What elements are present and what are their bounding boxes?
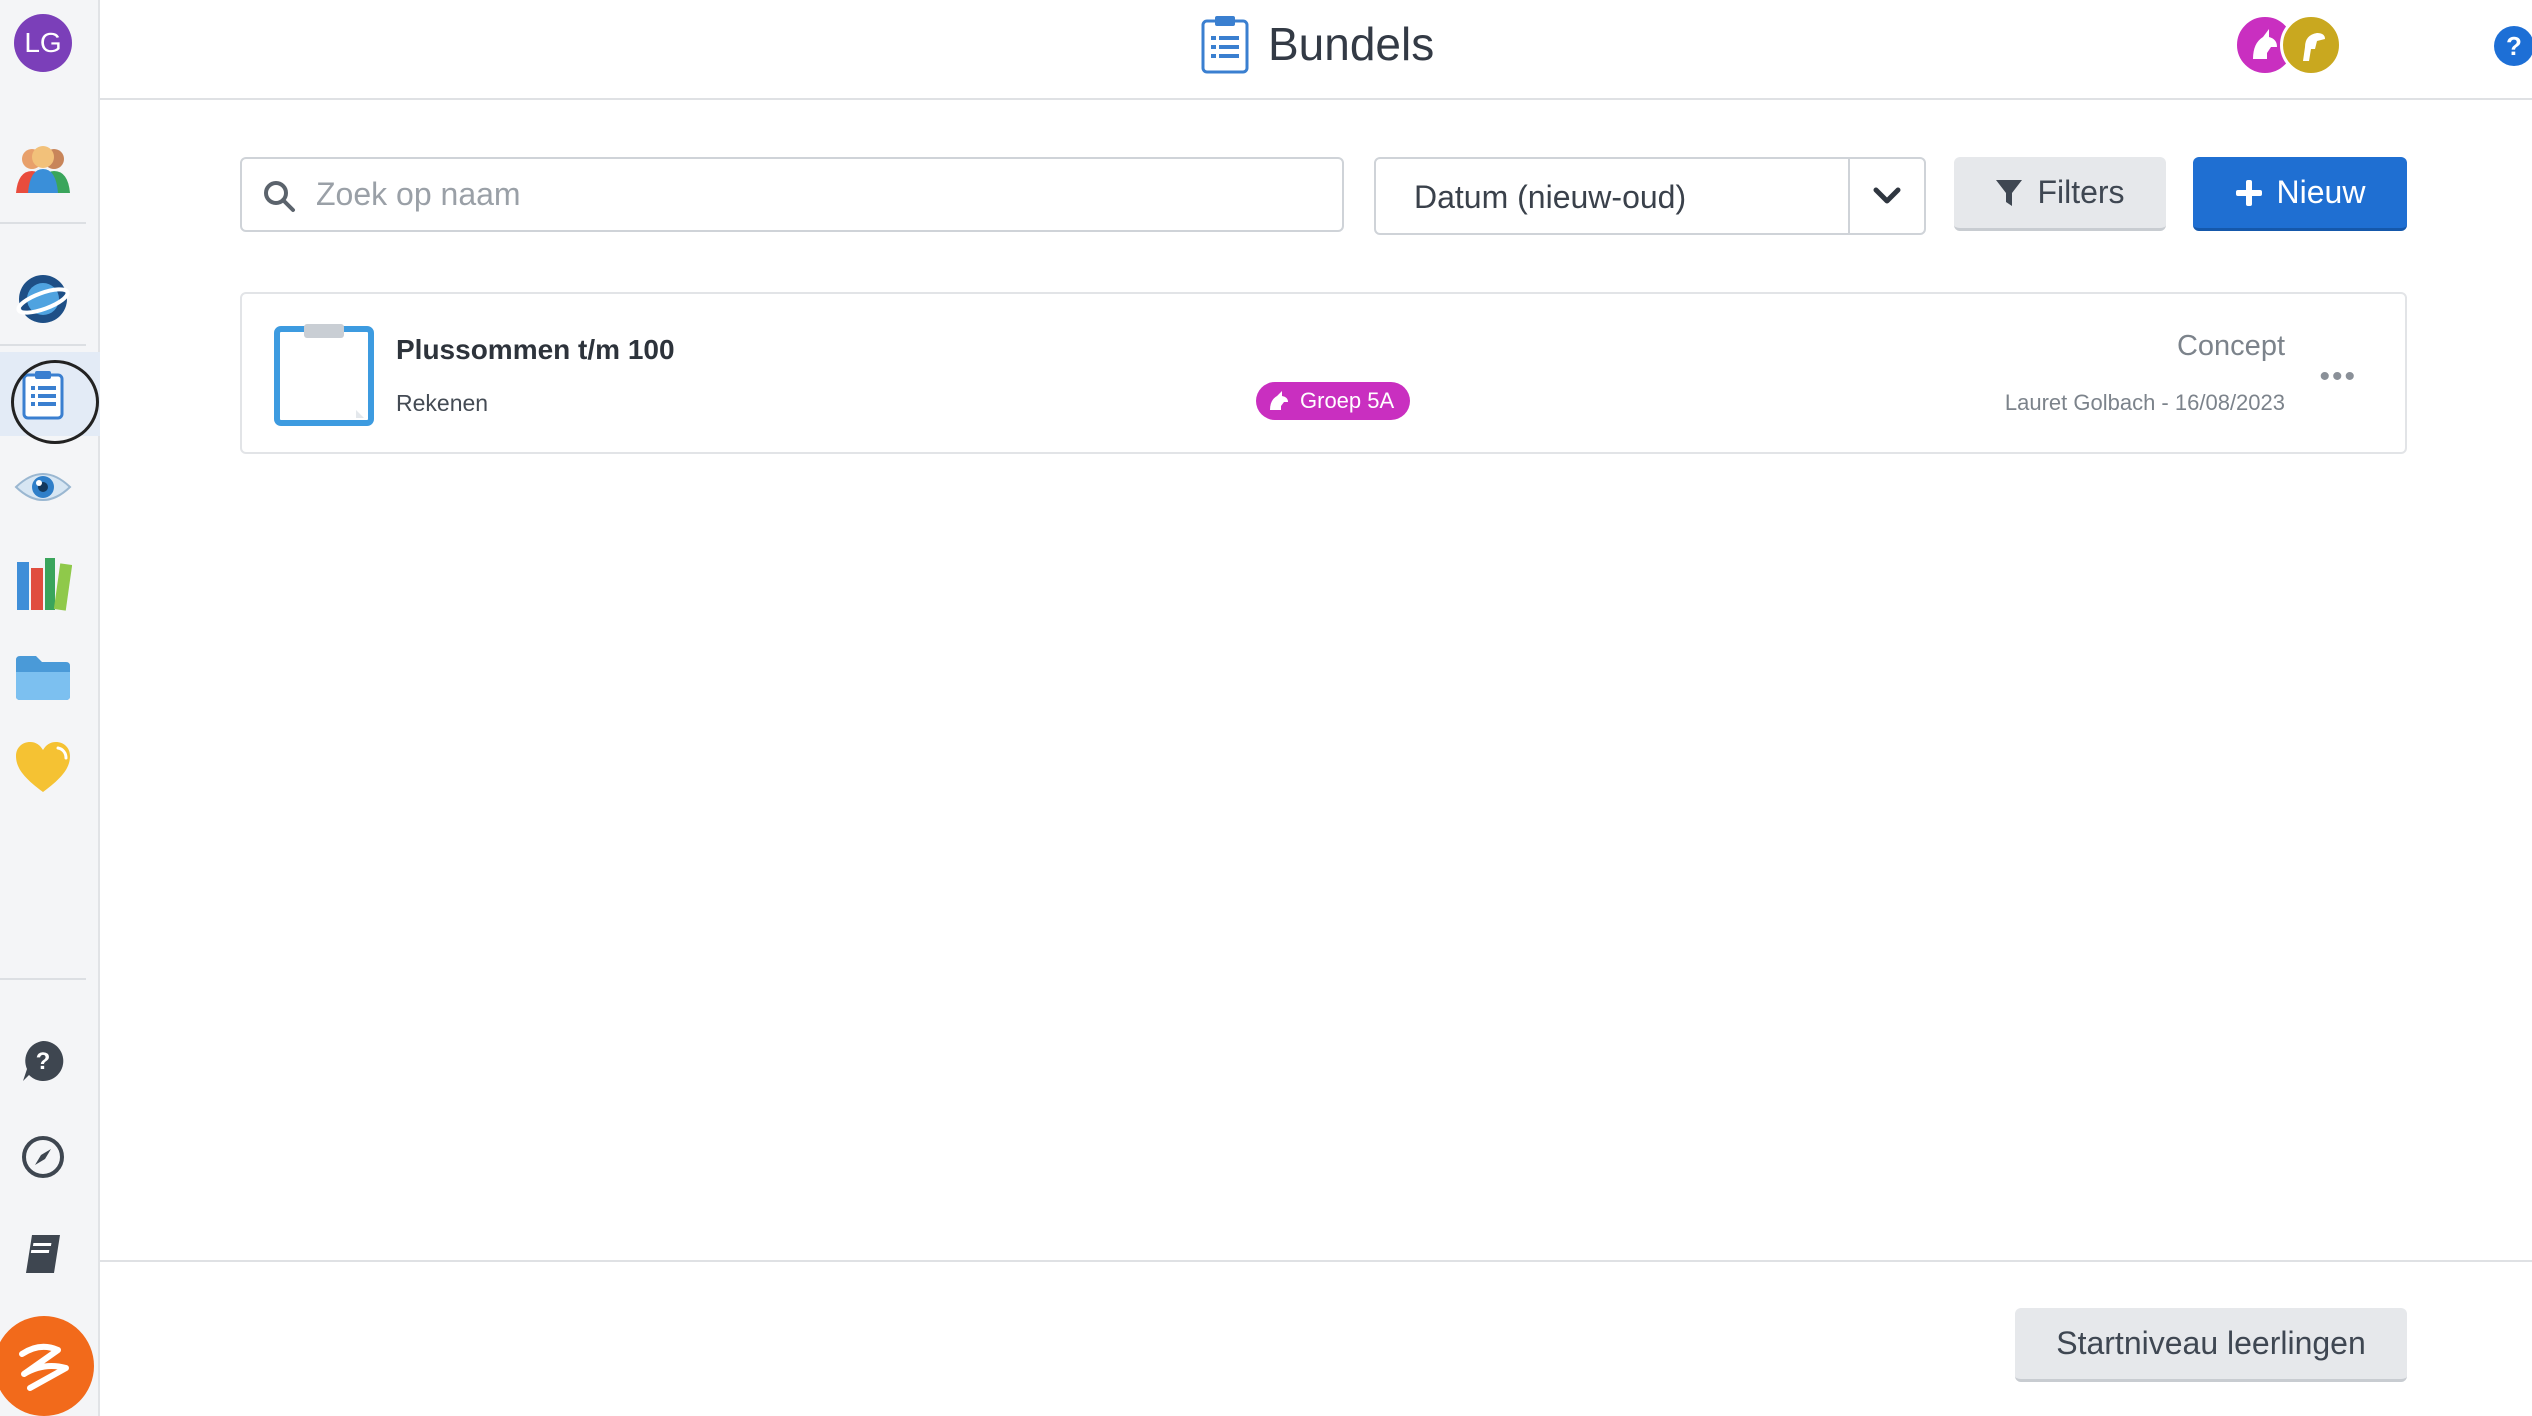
sidebar-divider: [0, 978, 86, 980]
top-header: Bundels ?: [100, 0, 2532, 100]
clipboard-list-icon: [1201, 16, 1249, 74]
sort-value: Datum (nieuw-oud): [1414, 179, 1687, 215]
library-icon[interactable]: [12, 552, 74, 614]
help-chat-icon[interactable]: ?: [12, 1030, 74, 1092]
footer-divider: [100, 1260, 2532, 1262]
search-field[interactable]: [240, 157, 1344, 232]
user-avatar[interactable]: LG: [14, 14, 72, 72]
bundle-meta: Lauret Golbach - 16/08/2023: [2005, 390, 2285, 416]
sort-select[interactable]: Datum (nieuw-oud): [1374, 157, 1926, 235]
page-title: Bundels: [1268, 18, 1435, 70]
bundle-card[interactable]: Plussommen t/m 100 Rekenen Groep 5A Conc…: [240, 292, 2407, 454]
search-input[interactable]: [316, 176, 1216, 213]
filters-button[interactable]: Filters: [1954, 157, 2166, 231]
new-bundle-button[interactable]: Nieuw: [2193, 157, 2407, 231]
clipboard-thumbnail-icon: [274, 324, 374, 431]
bundle-author: Lauret Golbach -: [2004, 390, 2169, 415]
filter-icon: [1996, 179, 2023, 206]
planet-icon[interactable]: [12, 268, 74, 330]
bundle-name: Plussommen t/m 100: [396, 334, 675, 365]
search-icon: [262, 179, 296, 218]
chevron-down-icon: [1873, 187, 1901, 204]
bundle-subject: Rekenen: [396, 390, 489, 416]
group-tag: Groep 5A: [1256, 382, 1411, 420]
brand-logo[interactable]: [0, 1316, 94, 1416]
group-avatar-dinosaur[interactable]: [2280, 14, 2342, 76]
sort-dropdown-toggle[interactable]: [1848, 159, 1924, 233]
bundle-status: Concept: [2176, 330, 2285, 362]
compass-icon[interactable]: [12, 1126, 74, 1188]
students-icon[interactable]: [12, 136, 74, 198]
page-title-wrap: Bundels: [1200, 14, 1434, 74]
new-label: Nieuw: [2276, 174, 2366, 210]
start-level-students-button[interactable]: Startniveau leerlingen: [2015, 1308, 2407, 1382]
heart-icon[interactable]: [12, 736, 74, 798]
sidebar-divider: [0, 344, 86, 346]
sidebar-divider: [0, 222, 86, 224]
help-button[interactable]: ?: [2494, 26, 2532, 66]
plus-icon: [2235, 179, 2262, 206]
start-level-label: Startniveau leerlingen: [2056, 1325, 2366, 1361]
folder-icon[interactable]: [12, 646, 74, 708]
cursor-highlight: [11, 360, 99, 444]
filters-label: Filters: [2037, 174, 2125, 210]
eye-icon[interactable]: [12, 456, 74, 518]
bundle-date: 16/08/2023: [2174, 390, 2285, 415]
unicorn-icon: [1270, 391, 1288, 410]
more-options-icon[interactable]: •••: [2319, 360, 2357, 394]
manual-book-icon[interactable]: [12, 1224, 74, 1286]
group-tag-label: Groep 5A: [1300, 388, 1395, 413]
svg-text:?: ?: [36, 1048, 51, 1075]
sidebar: LG ?: [0, 0, 100, 1416]
